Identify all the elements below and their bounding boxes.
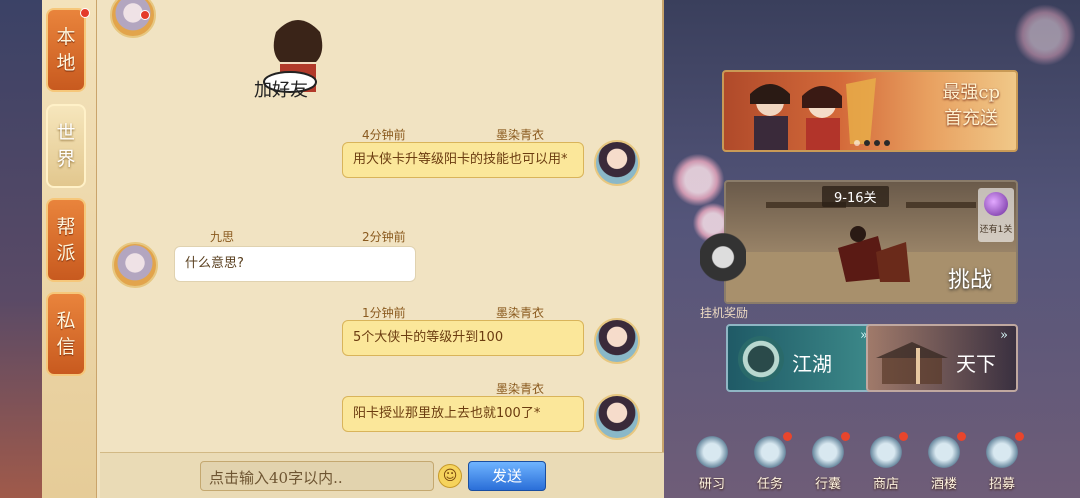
message-sender: 墨染青衣	[496, 382, 545, 396]
notification-dot	[957, 432, 966, 441]
nav-recruit-label: 招募	[988, 477, 1015, 492]
message-sender: 墨染青衣	[496, 128, 545, 142]
message-bubble[interactable]: 什么意思?	[174, 246, 416, 282]
chat-input-bar: 点击输入40字以内.. ☺ 发送	[100, 452, 664, 498]
chat-panel: 本 地 世 界 帮 派 私 信 加好友 4分钟前 墨染青衣 用大侠卡升等级阳卡的…	[42, 0, 664, 498]
sticker-text: 加好友	[254, 80, 308, 101]
tab-guild[interactable]: 帮 派	[46, 198, 86, 282]
jianghu-button[interactable]: 江湖 »	[726, 324, 878, 392]
tianxia-label: 天下	[956, 352, 996, 376]
message-sender: 墨染青衣	[496, 306, 545, 320]
tab-private-char1: 私	[56, 310, 76, 332]
message-bubble[interactable]: 用大侠卡升等级阳卡的技能也可以用*	[342, 142, 584, 178]
notification-dot	[783, 432, 792, 441]
banner-dot[interactable]	[854, 140, 860, 146]
chat-input[interactable]: 点击输入40字以内..	[200, 461, 434, 491]
stage-reward[interactable]: 还有1关	[978, 188, 1014, 242]
notification-dot	[899, 432, 908, 441]
blossom-decoration	[1010, 0, 1080, 70]
nav-tavern[interactable]: 酒楼	[918, 428, 970, 498]
promo-banner[interactable]: 最强cp 首充送	[722, 70, 1018, 152]
avatar[interactable]	[594, 394, 640, 440]
avatar[interactable]	[110, 0, 156, 38]
avatar[interactable]	[112, 242, 158, 288]
banner-dot[interactable]	[874, 140, 880, 146]
notification-dot	[841, 432, 850, 441]
message-time: 2分钟前	[362, 230, 406, 244]
tab-private-char2: 信	[56, 336, 76, 358]
stage-challenge-panel[interactable]: 9-16关 还有1关 挑战	[724, 180, 1018, 304]
jianghu-label: 江湖	[792, 352, 832, 376]
message-list[interactable]: 加好友 4分钟前 墨染青衣 用大侠卡升等级阳卡的技能也可以用* 九思 2分钟前 …	[100, 0, 664, 452]
avatar[interactable]	[594, 318, 640, 364]
nav-recruit[interactable]: 招募	[976, 428, 1028, 498]
message-sender: 九思	[210, 230, 235, 244]
banner-pagination[interactable]	[854, 140, 890, 146]
left-edge-background	[0, 0, 42, 498]
message-time: 1分钟前	[362, 306, 406, 320]
nav-study[interactable]: 研习	[686, 428, 738, 498]
nav-shop-label: 商店	[872, 477, 899, 492]
tab-guild-char1: 帮	[56, 216, 76, 238]
bottom-nav: 研习 任务 行囊 商店 酒楼 招募	[686, 428, 1080, 498]
tab-local[interactable]: 本 地	[46, 8, 90, 92]
add-friend-sticker: 加好友	[254, 20, 323, 101]
tab-local-badge	[80, 8, 90, 18]
banner-line2: 首充送	[944, 108, 999, 129]
avatar[interactable]	[594, 140, 640, 186]
afk-reward-label[interactable]: 挂机奖励	[700, 304, 748, 321]
message-time: 4分钟前	[362, 128, 406, 142]
sword-emblem-icon	[738, 336, 784, 382]
nav-study-label: 研习	[698, 477, 725, 492]
stage-level: 9-16关	[822, 186, 889, 207]
tab-guild-char2: 派	[56, 242, 76, 264]
avatar-notification-dot	[140, 10, 150, 20]
banner-dot[interactable]	[864, 140, 870, 146]
nav-quest-label: 任务	[756, 477, 783, 492]
challenge-button[interactable]: 挑战	[948, 262, 992, 294]
tab-private[interactable]: 私 信	[46, 292, 86, 376]
notification-dot	[1015, 432, 1024, 441]
afk-reward-icon[interactable]	[700, 232, 746, 304]
tab-local-char1: 本	[56, 26, 76, 48]
message-bubble[interactable]: 阳卡授业那里放上去也就100了*	[342, 396, 584, 432]
study-icon	[692, 432, 732, 472]
tab-world-char2: 界	[56, 148, 76, 170]
nav-bag-label: 行囊	[814, 477, 841, 492]
chat-tab-rail: 本 地 世 界 帮 派 私 信	[42, 0, 97, 498]
tab-world-char1: 世	[56, 122, 76, 144]
banner-title: 最强cp 首充送	[942, 80, 1000, 132]
send-button[interactable]: 发送	[468, 461, 546, 491]
nav-bag[interactable]: 行囊	[802, 428, 854, 498]
nav-quest[interactable]: 任务	[744, 428, 796, 498]
chevron-right-icon: »	[1000, 328, 1008, 343]
tab-world[interactable]: 世 界	[46, 104, 86, 188]
tab-local-char2: 地	[56, 52, 76, 74]
banner-line1: 最强cp	[942, 82, 1000, 103]
message-bubble[interactable]: 5个大侠卡的等级升到100	[342, 320, 584, 356]
tianxia-button[interactable]: 天下 »	[866, 324, 1018, 392]
stage-reward-label: 还有1关	[979, 225, 1013, 235]
banner-dot[interactable]	[884, 140, 890, 146]
emoji-icon[interactable]: ☺	[438, 464, 462, 488]
nav-tavern-label: 酒楼	[930, 477, 957, 492]
nav-shop[interactable]: 商店	[860, 428, 912, 498]
